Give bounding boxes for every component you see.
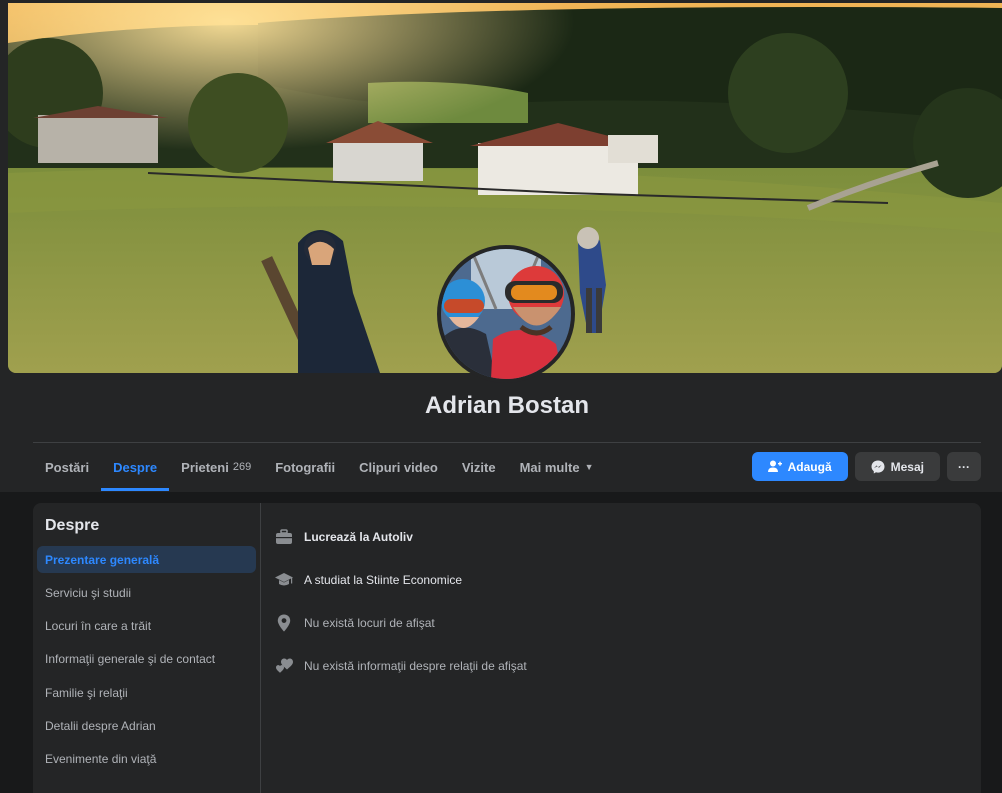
location-pin-icon [274, 613, 294, 633]
tab-label: Prieteni [181, 459, 229, 475]
profile-avatar[interactable] [437, 245, 575, 383]
overview-text: Nu există informaţii despre relaţii de a… [304, 658, 527, 673]
avatar-photo [441, 249, 571, 379]
overview-text: Nu există locuri de afişat [304, 615, 435, 630]
tab-about[interactable]: Despre [101, 443, 170, 491]
briefcase-icon [274, 527, 294, 547]
overview-item-education: A studiat la Stiinte Economice [274, 558, 954, 601]
add-friend-icon [767, 460, 782, 472]
about-overview: Lucrează la Autoliv A studiat la Stiinte… [274, 515, 954, 687]
profile-name: Adrian Bostan [424, 392, 589, 419]
more-options-button[interactable]: ··· [947, 452, 981, 481]
about-nav-work-education[interactable]: Serviciu şi studii [37, 579, 256, 606]
hearts-icon [274, 656, 294, 676]
graduation-cap-icon [274, 570, 294, 590]
tab-photos[interactable]: Fotografii [263, 443, 347, 491]
add-friend-button[interactable]: Adaugă [751, 452, 848, 481]
overview-item-places: Nu există locuri de afişat [274, 601, 954, 644]
overview-item-work: Lucrează la Autoliv [274, 515, 954, 558]
add-friend-label: Adaugă [787, 459, 832, 474]
about-nav-contact-info[interactable]: Informaţii generale şi de contact [37, 646, 256, 673]
friends-count: 269 [232, 461, 252, 473]
about-sidebar: Despre Prezentare generală Serviciu şi s… [33, 503, 261, 793]
profile-tabs: Postări Despre Prieteni 269 Fotografii C… [33, 443, 605, 491]
tab-label: Despre [113, 459, 158, 475]
about-nav-family-relationships[interactable]: Familie şi relaţii [37, 679, 256, 706]
tab-posts[interactable]: Postări [33, 443, 101, 491]
messenger-icon [871, 460, 885, 473]
about-nav-details[interactable]: Detalii despre Adrian [37, 712, 256, 739]
message-label: Mesaj [890, 459, 924, 474]
about-title: Despre [45, 517, 100, 534]
tab-friends[interactable]: Prieteni 269 [169, 443, 263, 491]
overview-text: A studiat la Stiinte Economice [304, 572, 463, 587]
tab-label: Fotografii [275, 459, 336, 475]
profile-header: Adrian Bostan Postări Despre Prieteni 26… [0, 0, 1002, 492]
profile-actions: Adaugă Mesaj ··· [751, 452, 981, 481]
overview-text: Lucrează la Autoliv [304, 529, 413, 544]
about-nav-overview[interactable]: Prezentare generală [37, 546, 256, 573]
overview-item-relationship: Nu există informaţii despre relaţii de a… [274, 644, 954, 687]
tab-label: Mai multe [519, 459, 580, 475]
about-nav-life-events[interactable]: Evenimente din viaţă [37, 746, 256, 773]
caret-down-icon: ▼ [584, 462, 594, 472]
profile-page: Adrian Bostan Postări Despre Prieteni 26… [0, 0, 1002, 793]
tab-label: Clipuri video [359, 459, 438, 475]
about-card: Despre Prezentare generală Serviciu şi s… [33, 503, 981, 793]
tab-label: Vizite [461, 459, 496, 475]
about-nav: Prezentare generală Serviciu şi studii L… [37, 546, 256, 779]
more-options-icon: ··· [958, 459, 970, 474]
tab-check-ins[interactable]: Vizite [450, 443, 508, 491]
tab-videos[interactable]: Clipuri video [347, 443, 450, 491]
message-button[interactable]: Mesaj [854, 452, 940, 481]
tab-more[interactable]: Mai multe ▼ [508, 443, 606, 491]
tab-label: Postări [45, 459, 90, 475]
about-nav-places-lived[interactable]: Locuri în care a trăit [37, 613, 256, 640]
